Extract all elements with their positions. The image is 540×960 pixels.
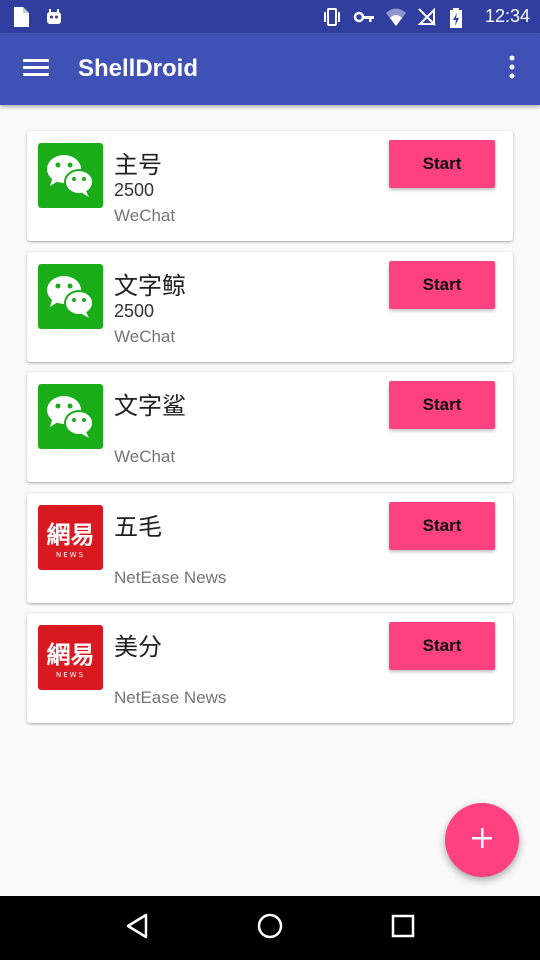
list-item[interactable]: 網易 NEWS 美分 NetEase News Start [27,613,513,723]
app-bar: ShellDroid [0,33,540,105]
more-vert-icon [509,55,515,83]
overflow-menu-button[interactable] [484,33,540,105]
item-app: WeChat [114,326,176,346]
plus-icon [471,827,493,853]
recents-button[interactable] [373,898,433,958]
start-button[interactable]: Start [389,260,495,309]
start-button[interactable]: Start [389,622,495,670]
no-sim-icon [417,7,437,27]
item-name: 文字鲨 [114,392,186,420]
netease-logo-text: 網易 [47,641,95,669]
recents-icon [391,914,415,942]
wechat-icon [38,263,103,329]
android-icon [44,7,64,27]
file-icon [12,6,32,27]
netease-logo-text: 網易 [47,521,95,549]
netease-news-icon: 網易 NEWS [38,625,103,690]
list-item[interactable]: 網易 NEWS 五毛 NetEase News Start [27,492,513,603]
wechat-icon [38,143,103,208]
list-item[interactable]: 文字鲨 WeChat Start [27,372,513,482]
vpn-key-icon [353,7,374,27]
home-icon [256,912,284,944]
start-button[interactable]: Start [389,501,495,550]
battery-charging-icon [449,7,469,28]
app-title: ShellDroid [78,55,199,82]
status-time: 12:34 [484,6,530,26]
item-name: 主号 [114,151,162,179]
item-app: NetEase News [114,567,227,587]
back-button[interactable] [107,898,167,958]
list-item[interactable]: 主号 2500 WeChat Start [27,131,513,241]
item-app: WeChat [114,206,176,225]
netease-logo-subtext: NEWS [56,671,85,679]
netease-logo-subtext: NEWS [56,551,85,559]
list-item[interactable]: 文字鲸 2500 WeChat Start [27,251,513,362]
item-count: 2500 [114,300,155,321]
status-bar-right: 12:34 [321,6,530,28]
add-shell-fab[interactable] [445,803,519,877]
wechat-icon [38,384,103,449]
home-button[interactable] [240,898,300,958]
vibrate-icon [321,7,341,27]
start-button[interactable]: Start [389,381,495,429]
item-name: 美分 [114,633,162,661]
item-count: 2500 [114,180,155,200]
netease-news-icon: 網易 NEWS [38,504,103,570]
shell-list: 主号 2500 WeChat Start 文字鲸 2500 WeChat Sta… [27,131,513,734]
start-button[interactable]: Start [389,140,495,188]
wifi-icon [385,7,406,27]
back-icon [125,913,149,943]
item-app: WeChat [114,447,176,466]
status-bar-left [12,6,64,27]
item-name: 文字鲸 [114,271,186,300]
navigation-bar [0,896,540,960]
status-bar: 12:34 [0,0,540,33]
item-app: NetEase News [114,688,227,707]
item-name: 五毛 [114,512,162,541]
hamburger-menu-icon [23,57,49,81]
menu-button[interactable] [0,33,72,105]
